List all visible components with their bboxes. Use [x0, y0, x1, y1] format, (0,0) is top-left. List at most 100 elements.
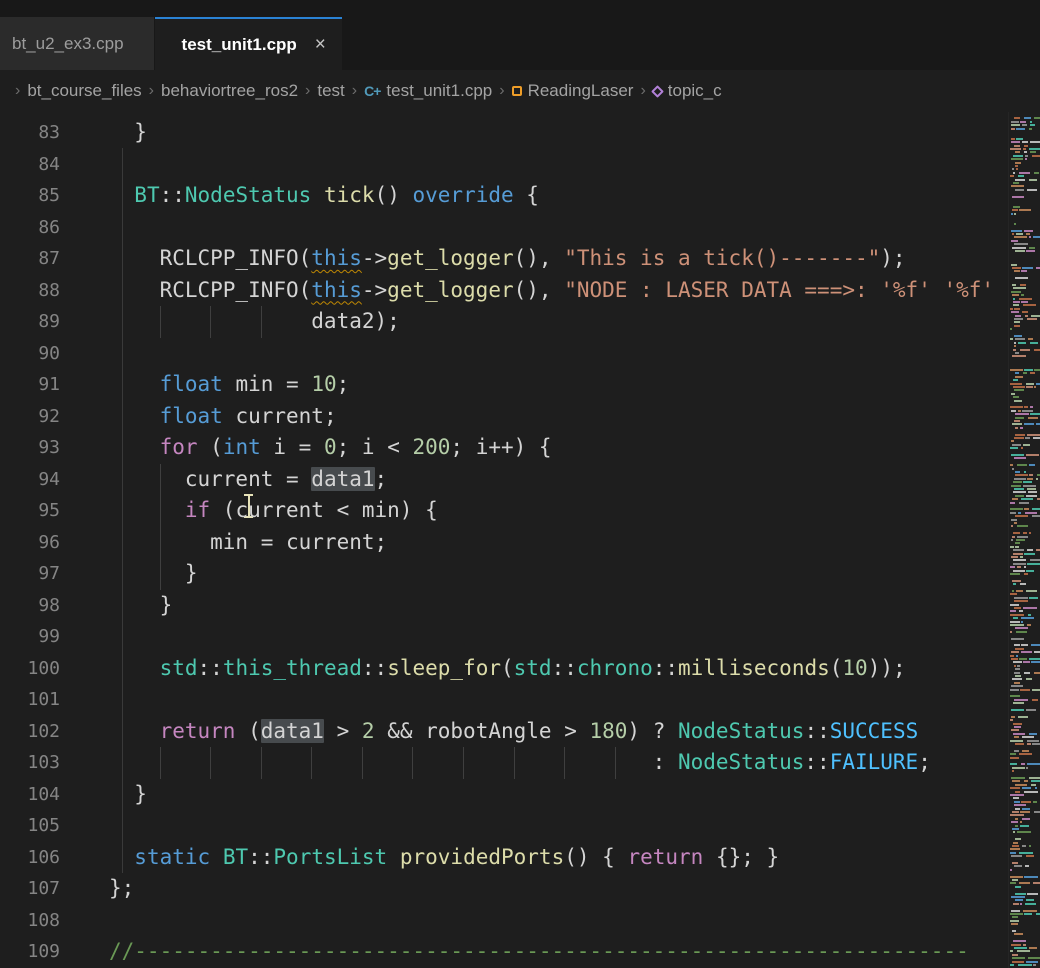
indent-guide — [160, 306, 161, 338]
line-number[interactable]: 89 — [0, 306, 60, 338]
code-line[interactable]: } — [109, 779, 1008, 811]
minimap-row — [1009, 213, 1040, 215]
code-token: BT — [134, 183, 159, 207]
code-line[interactable]: float current; — [109, 401, 1008, 433]
breadcrumb-item-test[interactable]: test — [317, 81, 344, 101]
code-line[interactable]: for (int i = 0; i < 200; i++) { — [109, 432, 1008, 464]
code-line[interactable]: min = current; — [109, 527, 1008, 559]
minimap-row — [1009, 522, 1040, 524]
line-number[interactable]: 92 — [0, 401, 60, 433]
breadcrumb-item-behaviortree-ros2[interactable]: behaviortree_ros2 — [161, 81, 298, 101]
code-line[interactable] — [109, 621, 1008, 653]
minimap-row — [1009, 393, 1040, 395]
code-line[interactable]: RCLCPP_INFO(this->get_logger(), "NODE : … — [109, 275, 1008, 307]
breadcrumb-item-topic[interactable]: topic_c — [653, 81, 722, 101]
close-icon[interactable]: × — [315, 34, 326, 56]
code-line[interactable] — [109, 810, 1008, 842]
line-number[interactable]: 88 — [0, 275, 60, 307]
breadcrumb-item-readinglaser[interactable]: ReadingLaser — [512, 81, 634, 101]
code-line[interactable]: }; — [109, 873, 1008, 905]
line-number[interactable]: 90 — [0, 338, 60, 370]
chevron-right-icon: › — [149, 82, 154, 100]
code-line[interactable]: std::this_thread::sleep_for(std::chrono:… — [109, 653, 1008, 685]
code-line[interactable]: : NodeStatus::FAILURE; — [109, 747, 1008, 779]
minimap[interactable] — [1008, 112, 1040, 968]
code-line[interactable]: RCLCPP_INFO(this->get_logger(), "This is… — [109, 243, 1008, 275]
code-token: ( — [235, 719, 260, 743]
code-line[interactable] — [109, 905, 1008, 937]
indent-guide — [210, 306, 211, 338]
cpp-file-icon: C+ — [364, 83, 380, 99]
minimap-row — [1009, 682, 1040, 684]
minimap-row — [1009, 536, 1040, 538]
line-number[interactable]: 107 — [0, 873, 60, 905]
tab-test-unit1[interactable]: test_unit1.cpp × — [155, 17, 342, 70]
code-line[interactable] — [109, 684, 1008, 716]
line-number[interactable]: 99 — [0, 621, 60, 653]
breadcrumb-item-file[interactable]: C+ test_unit1.cpp — [364, 81, 492, 101]
minimap-row — [1009, 913, 1040, 915]
minimap-row — [1009, 165, 1040, 167]
line-number[interactable]: 103 — [0, 747, 60, 779]
line-number[interactable]: 106 — [0, 842, 60, 874]
code-line[interactable] — [109, 149, 1008, 181]
minimap-row — [1009, 321, 1040, 323]
code-line[interactable]: return (data1 > 2 && robotAngle > 180) ?… — [109, 716, 1008, 748]
minimap-row — [1009, 454, 1040, 456]
line-number[interactable]: 100 — [0, 653, 60, 685]
minimap-row — [1009, 352, 1040, 354]
code-line[interactable]: if (current < min) { — [109, 495, 1008, 527]
code-token — [109, 498, 185, 522]
code-area[interactable]: } BT::NodeStatus tick() override { RCLCP… — [76, 112, 1008, 968]
line-number[interactable]: 95 — [0, 495, 60, 527]
line-number-gutter[interactable]: 8384858687888990919293949596979899100101… — [0, 112, 76, 968]
code-token: } — [109, 120, 147, 144]
code-token: providedPorts — [400, 845, 564, 869]
line-number[interactable]: 87 — [0, 243, 60, 275]
line-number[interactable]: 91 — [0, 369, 60, 401]
line-number[interactable]: 104 — [0, 779, 60, 811]
code-line[interactable]: data2); — [109, 306, 1008, 338]
line-number[interactable]: 93 — [0, 432, 60, 464]
line-number[interactable]: 96 — [0, 527, 60, 559]
line-number[interactable]: 86 — [0, 212, 60, 244]
line-number[interactable]: 83 — [0, 117, 60, 149]
line-number[interactable]: 85 — [0, 180, 60, 212]
code-token — [109, 372, 160, 396]
indent-guide — [564, 747, 565, 779]
minimap-row — [1009, 879, 1040, 881]
code-line[interactable]: //--------------------------------------… — [109, 936, 1008, 968]
breadcrumb-item-bt-course-files[interactable]: bt_course_files — [27, 81, 141, 101]
line-number[interactable]: 97 — [0, 558, 60, 590]
minimap-row — [1009, 420, 1040, 422]
code-token: -> — [362, 246, 387, 270]
line-number[interactable]: 94 — [0, 464, 60, 496]
tab-bt-u2-ex3[interactable]: bt_u2_ex3.cpp — [0, 17, 155, 70]
line-number[interactable]: 108 — [0, 905, 60, 937]
line-number[interactable]: 109 — [0, 936, 60, 968]
line-number[interactable]: 101 — [0, 684, 60, 716]
code-token: return — [627, 845, 703, 869]
code-line[interactable] — [109, 338, 1008, 370]
line-number[interactable]: 105 — [0, 810, 60, 842]
line-number[interactable]: 102 — [0, 716, 60, 748]
minimap-row — [1009, 508, 1040, 510]
code-line[interactable] — [109, 212, 1008, 244]
minimap-row — [1009, 651, 1040, 653]
code-line[interactable]: } — [109, 590, 1008, 622]
minimap-row — [1009, 638, 1040, 640]
code-line[interactable]: float min = 10; — [109, 369, 1008, 401]
code-line[interactable]: static BT::PortsList providedPorts() { r… — [109, 842, 1008, 874]
code-token: i = — [261, 435, 324, 459]
code-line[interactable]: BT::NodeStatus tick() override { — [109, 180, 1008, 212]
line-number[interactable]: 98 — [0, 590, 60, 622]
minimap-row — [1009, 311, 1040, 313]
minimap-row — [1009, 580, 1040, 582]
code-line[interactable]: } — [109, 117, 1008, 149]
code-line[interactable]: current = data1; — [109, 464, 1008, 496]
minimap-row — [1009, 355, 1040, 357]
code-token: RCLCPP_INFO( — [109, 246, 311, 270]
minimap-row — [1009, 185, 1040, 187]
line-number[interactable]: 84 — [0, 149, 60, 181]
code-line[interactable]: } — [109, 558, 1008, 590]
